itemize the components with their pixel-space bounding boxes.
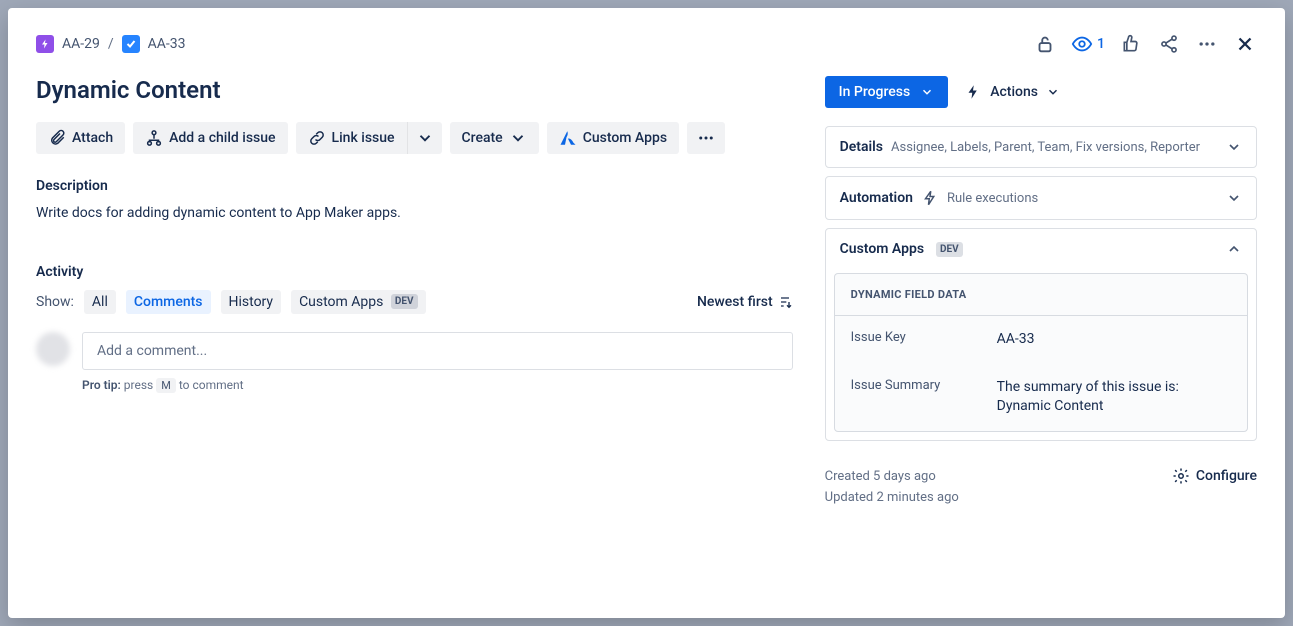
field-row: Issue Key AA-33	[835, 316, 1247, 364]
pro-tip-prefix: press	[124, 378, 153, 392]
configure-button[interactable]: Configure	[1172, 467, 1257, 485]
footer-row: Created 5 days ago Updated 2 minutes ago…	[825, 467, 1257, 509]
updated-text: Updated 2 minutes ago	[825, 488, 959, 509]
thumbs-up-icon[interactable]	[1119, 32, 1143, 56]
pro-tip-key: M	[156, 378, 176, 393]
dynamic-field-card: DYNAMIC FIELD DATA Issue Key AA-33 Issue…	[834, 273, 1248, 432]
breadcrumb-current[interactable]: AA-33	[148, 36, 186, 52]
custom-apps-body: DYNAMIC FIELD DATA Issue Key AA-33 Issue…	[826, 269, 1256, 440]
description-heading: Description	[36, 178, 793, 194]
status-row: In Progress Actions	[825, 76, 1257, 108]
comment-body: Add a comment... Pro tip: press M to com…	[82, 332, 793, 392]
field-value: AA-33	[997, 330, 1035, 350]
automation-header[interactable]: Automation Rule executions	[826, 177, 1256, 219]
chevron-up-icon	[1226, 241, 1242, 257]
link-issue-split: Link issue	[296, 122, 442, 154]
modal-content: Dynamic Content Attach Add a child issue…	[36, 76, 1257, 594]
more-icon[interactable]	[1195, 32, 1219, 56]
overflow-button[interactable]	[687, 122, 725, 154]
issue-modal: AA-29 / AA-33 1	[8, 8, 1285, 618]
breadcrumb: AA-29 / AA-33	[36, 35, 186, 53]
link-issue-dropdown[interactable]	[407, 122, 442, 154]
field-key: Issue Summary	[851, 378, 981, 417]
left-column: Dynamic Content Attach Add a child issue…	[36, 76, 793, 594]
created-text: Created 5 days ago	[825, 467, 959, 488]
chevron-down-icon	[1226, 139, 1242, 155]
issue-title[interactable]: Dynamic Content	[36, 76, 793, 104]
close-icon[interactable]	[1233, 32, 1257, 56]
show-label: Show:	[36, 294, 74, 310]
share-icon[interactable]	[1157, 32, 1181, 56]
tab-custom-apps[interactable]: Custom Apps DEV	[291, 290, 425, 314]
activity-row: Show: All Comments History Custom Apps D…	[36, 290, 793, 314]
details-label: Details	[840, 139, 883, 155]
add-child-button[interactable]: Add a child issue	[133, 122, 287, 154]
tab-custom-label: Custom Apps	[299, 294, 383, 310]
description-text[interactable]: Write docs for adding dynamic content to…	[36, 204, 793, 224]
status-button[interactable]: In Progress	[825, 76, 949, 108]
configure-label: Configure	[1196, 468, 1257, 484]
actions-label: Actions	[990, 84, 1038, 100]
link-issue-label: Link issue	[332, 131, 395, 145]
field-key: Issue Key	[851, 330, 981, 350]
actions-menu[interactable]: Actions	[964, 83, 1060, 101]
lightning-icon	[921, 189, 939, 207]
comment-row: Add a comment... Pro tip: press M to com…	[36, 332, 793, 392]
dev-badge: DEV	[936, 242, 963, 257]
activity-heading: Activity	[36, 264, 793, 280]
top-actions: 1	[1033, 32, 1257, 56]
right-column: In Progress Actions Details Assignee, La…	[825, 76, 1257, 594]
attach-button[interactable]: Attach	[36, 122, 125, 154]
custom-apps-header[interactable]: Custom Apps DEV	[826, 229, 1256, 269]
custom-apps-button[interactable]: Custom Apps	[547, 122, 679, 154]
automation-panel: Automation Rule executions	[825, 176, 1257, 220]
tab-all[interactable]: All	[84, 290, 116, 314]
add-child-label: Add a child issue	[169, 131, 275, 145]
link-issue-button[interactable]: Link issue	[296, 122, 407, 154]
top-row: AA-29 / AA-33 1	[36, 32, 1257, 56]
status-label: In Progress	[839, 84, 911, 100]
breadcrumb-parent[interactable]: AA-29	[62, 36, 100, 52]
watch-count: 1	[1097, 36, 1105, 52]
watch-button[interactable]: 1	[1071, 33, 1105, 55]
automation-sub: Rule executions	[947, 191, 1218, 206]
dev-badge: DEV	[391, 294, 418, 309]
create-button[interactable]: Create	[450, 122, 539, 154]
sort-button[interactable]: Newest first	[697, 294, 793, 310]
activity-tabs: Show: All Comments History Custom Apps D…	[36, 290, 426, 314]
tab-history[interactable]: History	[221, 290, 282, 314]
pro-tip: Pro tip: press M to comment	[82, 378, 793, 392]
pro-tip-suffix: to comment	[179, 378, 244, 392]
breadcrumb-separator: /	[108, 36, 114, 52]
pro-tip-bold: Pro tip:	[82, 378, 121, 392]
custom-apps-label: Custom Apps	[583, 131, 667, 145]
create-label: Create	[462, 131, 503, 145]
lock-open-icon[interactable]	[1033, 32, 1057, 56]
tab-comments[interactable]: Comments	[126, 290, 211, 314]
timestamps: Created 5 days ago Updated 2 minutes ago	[825, 467, 959, 509]
automation-label: Automation	[840, 190, 913, 206]
field-value: The summary of this issue is: Dynamic Co…	[997, 378, 1231, 417]
details-sub: Assignee, Labels, Parent, Team, Fix vers…	[891, 140, 1218, 155]
custom-apps-panel: Custom Apps DEV DYNAMIC FIELD DATA Issue…	[825, 228, 1257, 441]
dynamic-field-heading: DYNAMIC FIELD DATA	[835, 274, 1247, 316]
avatar	[36, 332, 70, 366]
sort-label: Newest first	[697, 294, 773, 310]
field-row: Issue Summary The summary of this issue …	[835, 364, 1247, 431]
action-button-row: Attach Add a child issue Link issue	[36, 122, 793, 154]
details-panel: Details Assignee, Labels, Parent, Team, …	[825, 126, 1257, 168]
task-icon	[122, 35, 140, 53]
chevron-down-icon	[1226, 190, 1242, 206]
epic-icon	[36, 35, 54, 53]
custom-apps-label: Custom Apps	[840, 241, 924, 257]
details-header[interactable]: Details Assignee, Labels, Parent, Team, …	[826, 127, 1256, 167]
attach-label: Attach	[72, 131, 113, 145]
comment-input[interactable]: Add a comment...	[82, 332, 793, 370]
